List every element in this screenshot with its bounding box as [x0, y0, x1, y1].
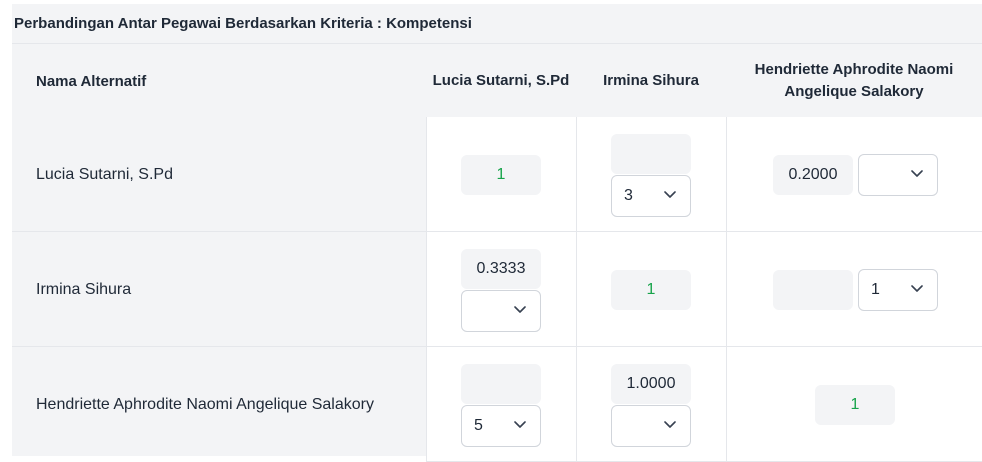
cell-r3-c2: 1.0000 — [576, 347, 726, 462]
scale-select[interactable]: 1 — [858, 269, 938, 311]
row-label-1: Lucia Sutarni, S.Pd — [36, 165, 173, 183]
comparison-value-field — [461, 364, 541, 404]
row-label-2: Irmina Sihura — [36, 280, 132, 298]
diagonal-value: 1 — [611, 270, 691, 310]
scale-select[interactable] — [858, 154, 938, 196]
scale-select-value: 5 — [474, 417, 483, 434]
cell-r1-c2: 3 — [576, 117, 726, 232]
chevron-down-icon — [664, 191, 676, 198]
chevron-down-icon — [911, 285, 923, 292]
comparison-value-field: 1.0000 — [611, 364, 691, 404]
comparison-value-field: 0.3333 — [461, 249, 541, 289]
scale-select[interactable] — [461, 290, 541, 332]
panel-title: Perbandingan Antar Pegawai Berdasarkan K… — [12, 4, 982, 44]
cell-r1-c1: 1 — [426, 117, 576, 232]
scale-select-value: 3 — [624, 187, 633, 204]
comparison-value-field — [773, 270, 853, 310]
chevron-down-icon — [514, 421, 526, 428]
scale-select-value: 1 — [871, 281, 880, 298]
header-col-3: Hendriette Aphrodite Naomi Angelique Sal… — [754, 61, 954, 100]
comparison-panel: Perbandingan Antar Pegawai Berdasarkan K… — [12, 4, 982, 462]
cell-r3-c1: 5 — [426, 347, 576, 462]
header-col-2: Irmina Sihura — [603, 72, 699, 89]
scale-select[interactable]: 5 — [461, 405, 541, 447]
chevron-down-icon — [911, 170, 923, 177]
header-name: Nama Alternatif — [36, 72, 147, 90]
comparison-value-field: 0.2000 — [773, 155, 853, 195]
comparison-value-field — [611, 134, 691, 174]
cell-r1-c3: 0.2000 — [726, 117, 982, 232]
chevron-down-icon — [664, 421, 676, 428]
row-label-3: Hendriette Aphrodite Naomi Angelique Sal… — [36, 395, 374, 413]
cell-r2-c3: 1 — [726, 232, 982, 347]
scale-select[interactable]: 3 — [611, 175, 691, 217]
cell-r2-c2: 1 — [576, 232, 726, 347]
diagonal-value: 1 — [815, 385, 895, 425]
diagonal-value: 1 — [461, 155, 541, 195]
cell-r3-c3: 1 — [726, 347, 982, 462]
cell-r2-c1: 0.3333 — [426, 232, 576, 347]
header-col-1: Lucia Sutarni, S.Pd — [432, 72, 570, 89]
chevron-down-icon — [514, 306, 526, 313]
scale-select[interactable] — [611, 405, 691, 447]
